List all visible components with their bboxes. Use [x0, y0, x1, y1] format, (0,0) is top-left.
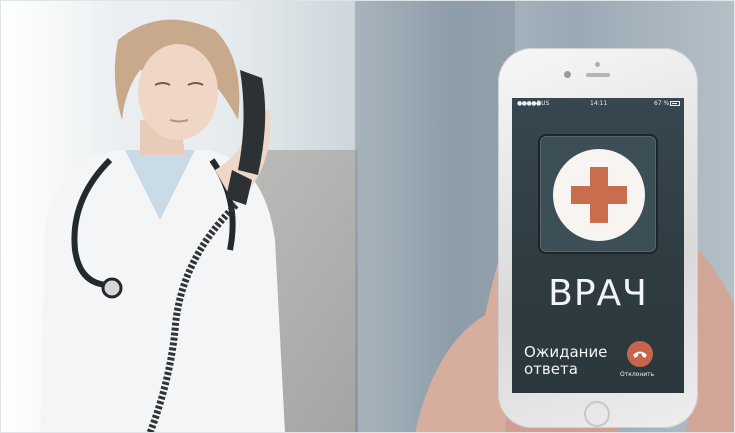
photo-scene: ●●●●● RUS 14:11 67 % ВРАЧ Ожидание ответ… [0, 0, 735, 433]
image-border [0, 0, 735, 433]
